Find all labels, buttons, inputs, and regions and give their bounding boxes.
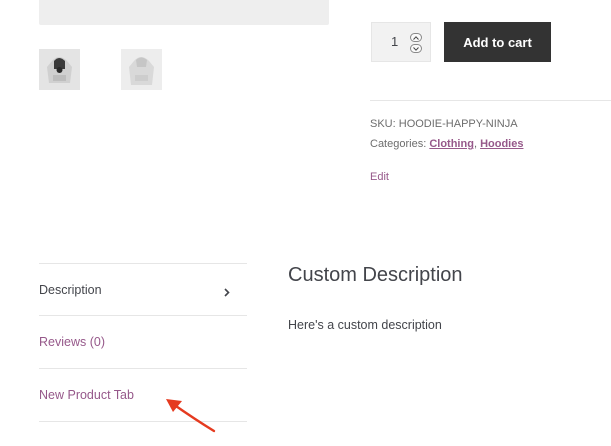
meta-divider: [370, 100, 611, 101]
tab-reviews-label: Reviews (0): [39, 335, 105, 349]
hoodie-dark-image: [39, 49, 80, 90]
chevron-right-icon: [224, 286, 230, 300]
category-link-hoodies[interactable]: Hoodies: [480, 138, 523, 150]
hoodie-light-image: [121, 49, 162, 90]
tab-reviews[interactable]: Reviews (0): [39, 316, 247, 368]
panel-text: Here's a custom description: [288, 318, 442, 332]
quantity-value[interactable]: 1: [391, 34, 398, 49]
tab-description[interactable]: Description: [39, 264, 247, 316]
product-main-image[interactable]: [39, 0, 329, 25]
sku-label: SKU:: [370, 118, 396, 130]
categories-line: Categories: Clothing, Hoodies: [370, 138, 523, 150]
tab-description-label: Description: [39, 283, 102, 297]
sku-line: SKU: HOODIE-HAPPY-NINJA: [370, 118, 518, 130]
quantity-stepper[interactable]: 1: [371, 22, 431, 62]
add-to-cart-button[interactable]: Add to cart: [444, 22, 551, 62]
category-link-clothing[interactable]: Clothing: [429, 138, 474, 150]
chevron-up-icon[interactable]: [410, 33, 422, 42]
sku-value: HOODIE-HAPPY-NINJA: [398, 118, 518, 130]
panel-heading: Custom Description: [288, 264, 463, 286]
product-thumbnail-light-hoodie[interactable]: [121, 49, 162, 90]
edit-link[interactable]: Edit: [370, 171, 389, 183]
red-arrow-annotation-icon: [166, 399, 216, 433]
chevron-down-icon[interactable]: [410, 44, 422, 53]
categories-label: Categories:: [370, 138, 427, 150]
tab-new-product-label: New Product Tab: [39, 388, 134, 402]
category-separator: ,: [473, 138, 477, 150]
product-thumbnail-dark-hoodie[interactable]: [39, 49, 80, 90]
